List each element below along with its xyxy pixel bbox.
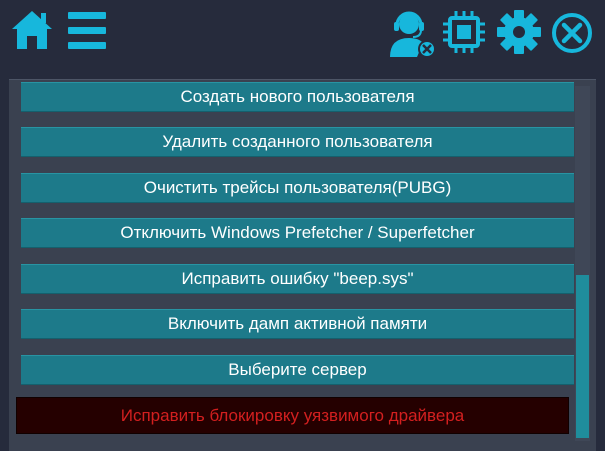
select-server-button[interactable]: Выберите сервер (21, 355, 574, 385)
gear-icon[interactable] (496, 9, 542, 55)
support-agent-icon[interactable] (387, 7, 439, 59)
fix-beep-sys-button[interactable]: Исправить ошибку "beep.sys" (21, 264, 574, 294)
fix-driver-block-button[interactable]: Исправить блокировку уязвимого драйвера (16, 397, 569, 434)
menu-icon[interactable] (66, 10, 108, 52)
home-icon[interactable] (10, 8, 54, 52)
enable-memory-dump-button[interactable]: Включить дамп активной памяти (21, 309, 574, 339)
actions-panel: Создать нового пользователя Удалить созд… (9, 79, 596, 451)
cpu-chip-icon[interactable] (441, 9, 487, 55)
close-circle-icon[interactable] (551, 12, 593, 54)
disable-prefetcher-button[interactable]: Отключить Windows Prefetcher / Superfetc… (21, 218, 574, 248)
top-toolbar (0, 0, 605, 78)
actions-list: Создать нового пользователя Удалить созд… (9, 80, 574, 451)
delete-user-button[interactable]: Удалить созданного пользователя (21, 127, 574, 157)
clear-traces-button[interactable]: Очистить трейсы пользователя(PUBG) (21, 173, 574, 203)
create-user-button[interactable]: Создать нового пользователя (21, 82, 574, 112)
scrollbar-thumb[interactable] (576, 275, 589, 438)
